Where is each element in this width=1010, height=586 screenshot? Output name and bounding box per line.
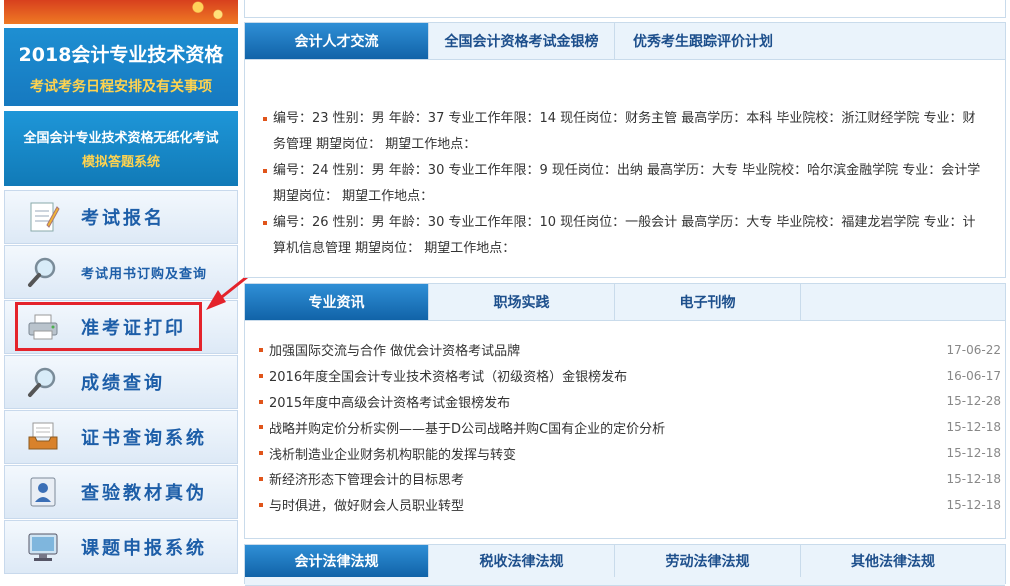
news-date: 17-06-22 bbox=[946, 342, 1001, 357]
inbox-tray-icon bbox=[23, 417, 63, 457]
list-item[interactable]: 浅析制造业企业财务机构职能的发挥与转变 15-12-18 bbox=[259, 440, 1001, 466]
news-title[interactable]: 加强国际交流与合作 做优会计资格考试品牌 bbox=[269, 340, 520, 359]
news-title[interactable]: 2015年度中高级会计资格考试金银榜发布 bbox=[269, 392, 510, 411]
list-item[interactable]: 2016年度全国会计专业技术资格考试（初级资格）金银榜发布 16-06-17 bbox=[259, 363, 1001, 389]
sidebar-item-certificate-query[interactable]: 证书查询系统 bbox=[4, 410, 238, 464]
magnifier-icon bbox=[23, 362, 63, 402]
profile-list: 编号：23 性别：男 年龄：37 专业工作年限：14 现任岗位：财务主管 最高学… bbox=[245, 60, 1005, 262]
tab-professional-news[interactable]: 专业资讯 bbox=[245, 284, 429, 320]
magnifier-icon bbox=[23, 252, 63, 292]
tab-other-laws[interactable]: 其他法律法规 bbox=[801, 545, 985, 577]
news-date: 15-12-18 bbox=[946, 471, 1001, 486]
talent-tabbar: 会计人才交流 全国会计资格考试金银榜 优秀考生跟踪评价计划 bbox=[245, 23, 1005, 60]
profile-item[interactable]: 编号：26 性别：男 年龄：30 专业工作年限：10 现任岗位：一般会计 最高学… bbox=[263, 210, 988, 262]
exam-schedule-banner[interactable]: 2018会计专业技术资格 考试考务日程安排及有关事项 bbox=[4, 28, 238, 106]
sidebar-item-label: 考试用书订购及查询 bbox=[81, 266, 208, 282]
news-date: 15-12-18 bbox=[946, 497, 1001, 512]
news-date: 15-12-28 bbox=[946, 394, 1001, 409]
news-title[interactable]: 与时俱进，做好财会人员职业转型 bbox=[269, 495, 464, 514]
id-card-icon bbox=[23, 472, 63, 512]
tab-e-journal[interactable]: 电子刊物 bbox=[615, 284, 801, 320]
news-date: 16-06-17 bbox=[946, 368, 1001, 383]
sidebar-item-label: 考试报名 bbox=[81, 208, 165, 229]
sidebar-item-label: 证书查询系统 bbox=[81, 428, 207, 449]
list-item[interactable]: 新经济形态下管理会计的目标思考 15-12-18 bbox=[259, 466, 1001, 492]
news-list: 加强国际交流与合作 做优会计资格考试品牌 17-06-22 2016年度全国会计专… bbox=[245, 321, 1005, 518]
news-date: 15-12-18 bbox=[946, 420, 1001, 435]
profile-item[interactable]: 编号：23 性别：男 年龄：37 专业工作年限：14 现任岗位：财务主管 最高学… bbox=[263, 106, 988, 158]
laws-panel: 会计法律法规 税收法律法规 劳动法律法规 其他法律法规 bbox=[244, 544, 1006, 586]
highlight-box bbox=[15, 302, 202, 351]
news-title[interactable]: 战略并购定价分析实例——基于D公司战略并购C国有企业的定价分析 bbox=[269, 418, 665, 437]
top-panel-fragment bbox=[244, 0, 1006, 18]
tab-talent-exchange[interactable]: 会计人才交流 bbox=[245, 23, 429, 59]
sidebar-item-book-order[interactable]: 考试用书订购及查询 bbox=[4, 245, 238, 299]
list-item[interactable]: 战略并购定价分析实例——基于D公司战略并购C国有企业的定价分析 15-12-18 bbox=[259, 414, 1001, 440]
news-tabbar: 专业资讯 职场实践 电子刊物 bbox=[245, 284, 1005, 321]
sidebar-menu: 考试报名 考试用书订购及查询 准考证打印 成绩查询 证书查询系统 查验教材真伪 … bbox=[4, 190, 238, 575]
notepad-icon bbox=[23, 197, 63, 237]
news-date: 15-12-18 bbox=[946, 446, 1001, 461]
tab-excellent-candidate-plan[interactable]: 优秀考生跟踪评价计划 bbox=[615, 23, 791, 59]
top-decorative-banner bbox=[4, 0, 238, 24]
list-item[interactable]: 与时俱进，做好财会人员职业转型 15-12-18 bbox=[259, 492, 1001, 518]
banner-title: 全国会计专业技术资格无纸化考试 bbox=[23, 131, 219, 146]
banner-subtitle: 模拟答题系统 bbox=[81, 155, 160, 170]
monitor-icon bbox=[23, 527, 63, 567]
tab-accounting-laws[interactable]: 会计法律法规 bbox=[245, 545, 429, 577]
list-item[interactable]: 2015年度中高级会计资格考试金银榜发布 15-12-28 bbox=[259, 389, 1001, 415]
tab-labor-laws[interactable]: 劳动法律法规 bbox=[615, 545, 801, 577]
news-title[interactable]: 新经济形态下管理会计的目标思考 bbox=[269, 469, 464, 488]
sidebar-item-label: 课题申报系统 bbox=[81, 538, 207, 559]
list-item[interactable]: 加强国际交流与合作 做优会计资格考试品牌 17-06-22 bbox=[259, 337, 1001, 363]
sidebar-item-label: 成绩查询 bbox=[81, 373, 165, 394]
banner-title: 2018会计专业技术资格 bbox=[18, 44, 224, 66]
talent-exchange-panel: 会计人才交流 全国会计资格考试金银榜 优秀考生跟踪评价计划 编号：23 性别：男… bbox=[244, 22, 1006, 278]
tab-gold-silver-list[interactable]: 全国会计资格考试金银榜 bbox=[429, 23, 615, 59]
left-sidebar: 2018会计专业技术资格 考试考务日程安排及有关事项 全国会计专业技术资格无纸化… bbox=[0, 0, 240, 575]
sidebar-item-project-application[interactable]: 课题申报系统 bbox=[4, 520, 238, 574]
sidebar-item-exam-registration[interactable]: 考试报名 bbox=[4, 190, 238, 244]
sidebar-item-score-query[interactable]: 成绩查询 bbox=[4, 355, 238, 409]
profile-item[interactable]: 编号：24 性别：男 年龄：30 专业工作年限：9 现任岗位：出纳 最高学历：大… bbox=[263, 158, 988, 210]
news-title[interactable]: 2016年度全国会计专业技术资格考试（初级资格）金银榜发布 bbox=[269, 366, 627, 385]
paperless-exam-banner[interactable]: 全国会计专业技术资格无纸化考试 模拟答题系统 bbox=[4, 111, 238, 186]
sidebar-item-label: 查验教材真伪 bbox=[81, 483, 207, 504]
banner-subtitle: 考试考务日程安排及有关事项 bbox=[30, 79, 212, 95]
sidebar-item-textbook-verify[interactable]: 查验教材真伪 bbox=[4, 465, 238, 519]
news-title[interactable]: 浅析制造业企业财务机构职能的发挥与转变 bbox=[269, 444, 516, 463]
professional-news-panel: 专业资讯 职场实践 电子刊物 加强国际交流与合作 做优会计资格考试品牌 17-06… bbox=[244, 283, 1006, 539]
tab-workplace-practice[interactable]: 职场实践 bbox=[429, 284, 615, 320]
tab-tax-laws[interactable]: 税收法律法规 bbox=[429, 545, 615, 577]
laws-tabbar: 会计法律法规 税收法律法规 劳动法律法规 其他法律法规 bbox=[245, 545, 1005, 586]
